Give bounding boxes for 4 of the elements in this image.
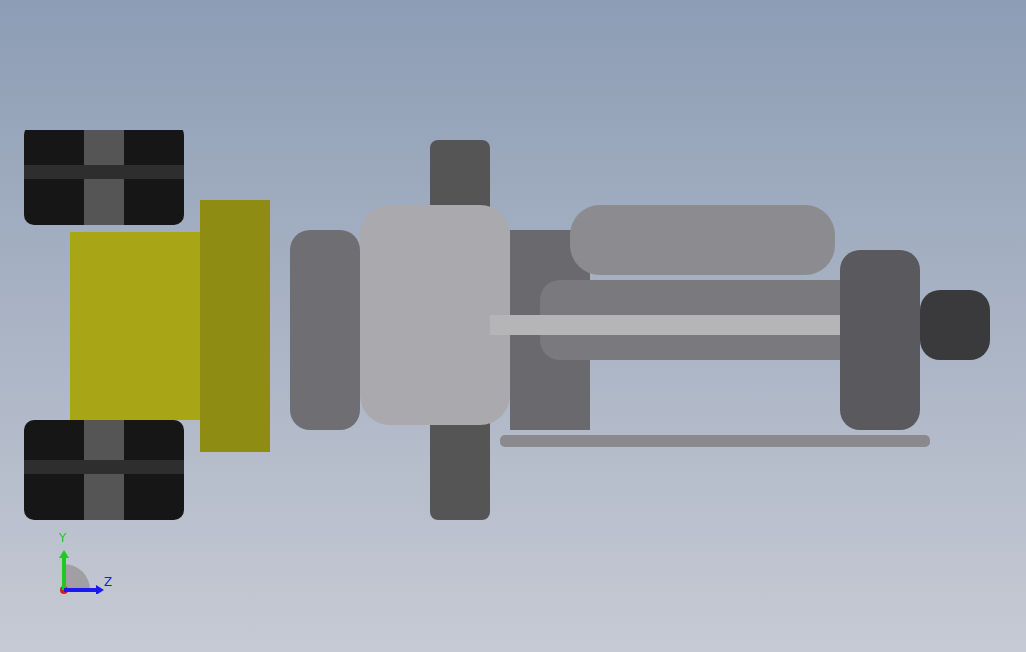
axis-label: Y: [59, 532, 67, 544]
axis-label: Z: [104, 576, 113, 588]
axis-triad-drawing: [56, 550, 106, 594]
cad-viewport[interactable]: Y Z: [0, 0, 1026, 652]
